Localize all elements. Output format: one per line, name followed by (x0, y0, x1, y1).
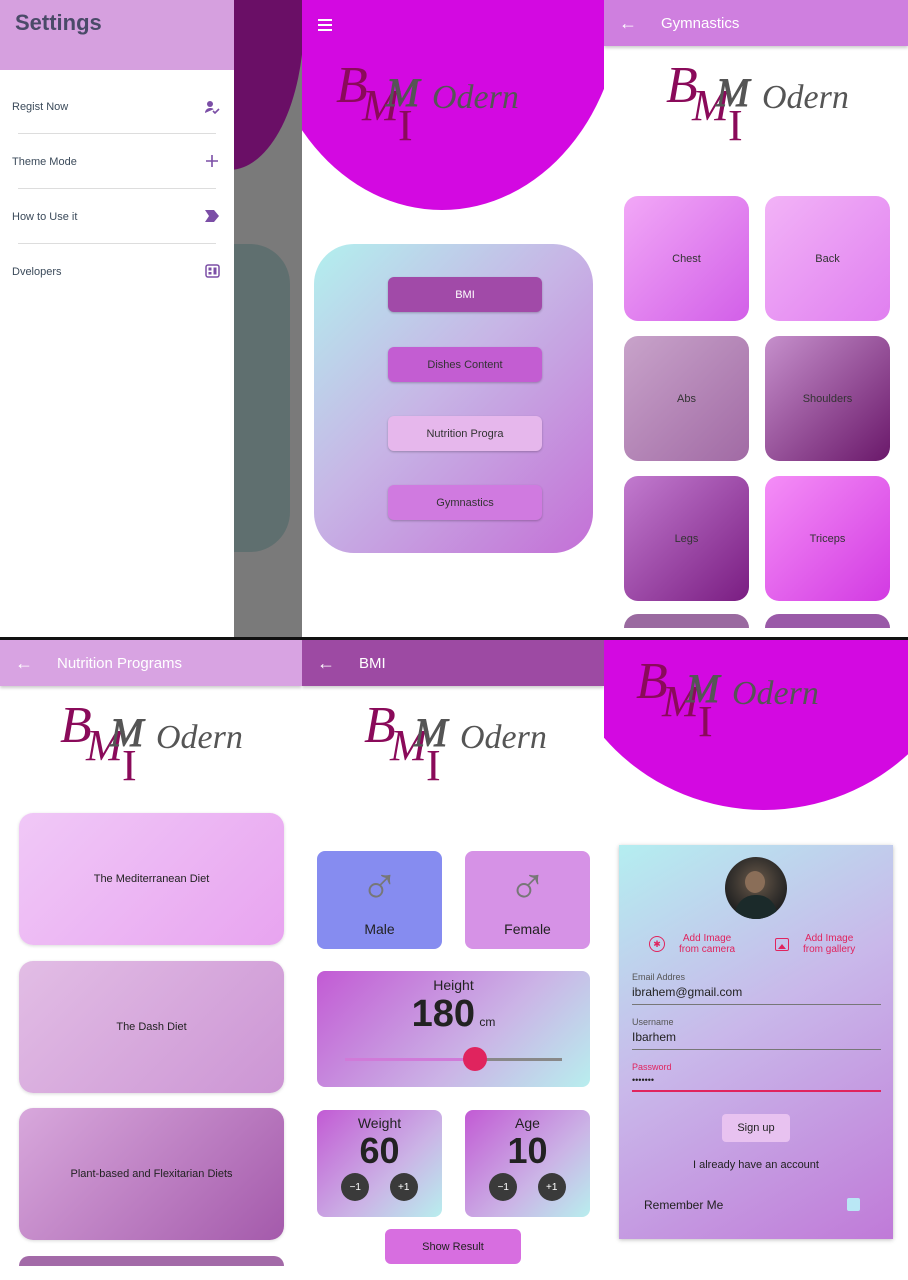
age-minus-button[interactable]: −1 (489, 1173, 518, 1201)
dashboard-icon (204, 263, 220, 280)
male-icon: ♂ (360, 858, 399, 916)
program-dash[interactable]: The Dash Diet (19, 961, 284, 1093)
drawer-scrim[interactable] (154, 0, 302, 637)
weight-value: 60 (359, 1130, 400, 1171)
home-screen: BMI Dishes Content Nutrition Progra Gymn… (302, 0, 604, 637)
back-arrow-icon[interactable]: ← (317, 653, 357, 674)
tile-shoulders[interactable]: Shoulders (765, 336, 890, 461)
tile-abs[interactable]: Abs (624, 336, 749, 461)
camera-icon: ✱ (649, 936, 665, 952)
add-image-camera-button[interactable]: ✱ Add Image from camera (649, 933, 735, 955)
avatar (725, 857, 787, 919)
app-logo (635, 652, 846, 748)
dishes-content-button[interactable]: Dishes Content (388, 347, 542, 382)
nutrition-programs-button[interactable]: Nutrition Progra (388, 416, 542, 451)
app-bar: ← Nutrition Programs (0, 640, 302, 686)
person-check-icon (204, 99, 220, 115)
signup-form: ✱ Add Image from camera Add Image from g… (619, 845, 893, 1239)
program-plant-based[interactable]: Plant-based and Flexitarian Diets (19, 1108, 284, 1240)
show-result-button[interactable]: Show Result (385, 1229, 521, 1264)
main-menu-card: BMI Dishes Content Nutrition Progra Gymn… (314, 244, 593, 553)
tile-legs[interactable]: Legs (624, 476, 749, 601)
settings-screen: Settings Regist Now Theme Mode How to Us… (0, 0, 302, 637)
age-card: Age 10 −1 +1 (465, 1110, 590, 1217)
drawer-item-howto[interactable]: How to Use it (0, 189, 234, 244)
weight-card: Weight 60 −1 +1 (317, 1110, 442, 1217)
drawer-item-theme[interactable]: Theme Mode (0, 134, 234, 189)
app-bar-title: BMI (359, 654, 386, 672)
app-bar: ← BMI (302, 640, 604, 686)
gymnastics-screen: ← Gymnastics Chest Back Abs Shoulders Le… (604, 0, 908, 637)
label-arrow-icon (204, 209, 220, 225)
password-field[interactable]: Password ••••••• (632, 1062, 881, 1092)
image-icon (775, 937, 789, 951)
bmi-screen: ← BMI ♂ Male ♂ Female Height 180 cm Weig… (302, 640, 604, 1280)
plus-icon (204, 154, 220, 170)
drawer-item-regist[interactable]: Regist Now (0, 79, 234, 134)
app-logo (335, 56, 546, 152)
username-field[interactable]: Username Ibarhem (632, 1017, 881, 1050)
drawer-title: Settings (15, 10, 102, 35)
bmi-button[interactable]: BMI (388, 277, 542, 312)
settings-drawer: Settings Regist Now Theme Mode How to Us… (0, 0, 234, 637)
weight-minus-button[interactable]: −1 (341, 1173, 370, 1201)
remember-me-label: Remember Me (644, 1198, 724, 1212)
tile-back[interactable]: Back (765, 196, 890, 321)
app-logo (59, 696, 270, 792)
signup-screen: ✱ Add Image from camera Add Image from g… (604, 640, 908, 1280)
male-card[interactable]: ♂ Male (317, 851, 442, 949)
back-arrow-icon[interactable]: ← (619, 13, 659, 34)
drawer-item-developers[interactable]: Dvelopers (0, 244, 234, 299)
back-arrow-icon[interactable]: ← (15, 653, 55, 674)
age-plus-button[interactable]: +1 (537, 1173, 566, 1201)
drawer-header: Settings (0, 0, 234, 70)
male-icon: ♂ (508, 858, 547, 916)
nutrition-screen: ← Nutrition Programs The Mediterranean D… (0, 640, 302, 1280)
program-mediterranean[interactable]: The Mediterranean Diet (19, 813, 284, 945)
login-link[interactable]: I already have an account (619, 1159, 893, 1171)
gymnastics-button[interactable]: Gymnastics (388, 485, 542, 520)
remember-me-checkbox[interactable] (847, 1198, 860, 1211)
email-field[interactable]: Email Addres ibrahem@gmail.com (632, 972, 881, 1005)
weight-plus-button[interactable]: +1 (389, 1173, 418, 1201)
app-logo (363, 696, 574, 792)
height-card: Height 180 cm (317, 971, 590, 1087)
app-bar-title: Gymnastics (661, 14, 740, 32)
app-bar-title: Nutrition Programs (57, 654, 183, 672)
menu-icon[interactable] (318, 19, 332, 31)
app-logo (665, 56, 876, 152)
app-bar: ← Gymnastics (604, 0, 908, 46)
height-value: 180 (411, 993, 475, 1035)
age-value: 10 (507, 1130, 548, 1171)
female-card[interactable]: ♂ Female (465, 851, 590, 949)
tile-triceps[interactable]: Triceps (765, 476, 890, 601)
add-image-gallery-button[interactable]: Add Image from gallery (775, 933, 855, 955)
signup-button[interactable]: Sign up (722, 1114, 790, 1142)
height-slider[interactable] (345, 1047, 562, 1071)
slider-thumb[interactable] (463, 1047, 488, 1071)
tile-chest[interactable]: Chest (624, 196, 749, 321)
